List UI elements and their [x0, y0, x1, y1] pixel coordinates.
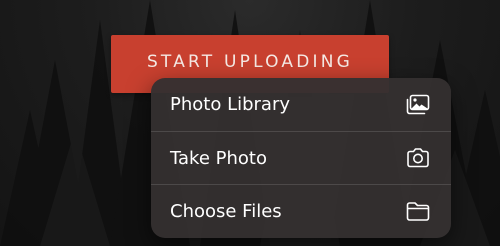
menu-item-choose-files[interactable]: Choose Files [151, 184, 451, 237]
app-screen: START UPLOADING Photo Library Take Photo [0, 0, 500, 246]
upload-source-menu: Photo Library Take Photo Choose Files [151, 78, 451, 238]
start-uploading-label: START UPLOADING [146, 52, 354, 72]
menu-item-take-photo[interactable]: Take Photo [151, 131, 451, 184]
menu-item-label: Choose Files [170, 200, 282, 222]
camera-icon [405, 147, 431, 169]
folder-icon [405, 200, 431, 222]
menu-item-label: Photo Library [170, 94, 291, 115]
menu-item-label: Take Photo [170, 147, 267, 169]
photo-library-icon [405, 94, 431, 116]
menu-item-photo-library[interactable]: Photo Library [151, 78, 451, 131]
